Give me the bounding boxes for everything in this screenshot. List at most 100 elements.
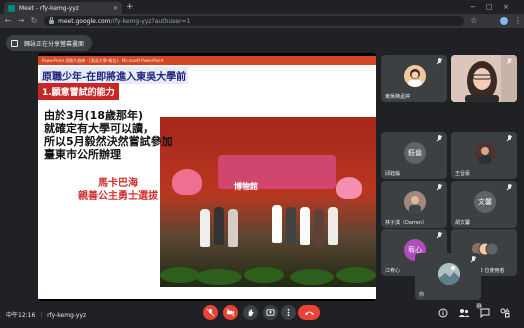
person-photo-icon — [438, 263, 460, 285]
back-button[interactable]: ← — [3, 16, 13, 26]
slide-red-line: 馬卡巴海 — [98, 178, 138, 189]
meet-favicon-icon — [8, 4, 15, 12]
url-text: meet.google.com/rfy-kemg-yyz?authuser=1 — [58, 18, 190, 25]
mic-off-icon — [506, 184, 513, 191]
profile-avatar[interactable] — [500, 17, 508, 25]
browser-tab-bar: Meet - rfy-kemg-yyz × + − □ × — [0, 0, 524, 14]
powerpoint-title-text: PowerPoint 投影片放映 - [東吳大學-報告] - Microsoft… — [42, 57, 164, 63]
browser-toolbar: ← → ↻ meet.google.com/rfy-kemg-yyz?authu… — [0, 14, 524, 28]
slide-line: 就確定有大學可以讀， — [44, 122, 154, 135]
participant-tile[interactable]: 文馨 胡文馨 — [451, 181, 517, 228]
participant-name: 林子淇（Darren） — [385, 220, 428, 226]
participant-avatar: 鈺倫 — [404, 142, 426, 164]
videocam-off-icon — [226, 308, 235, 317]
tab-title: Meet - rfy-kemg-yyz — [19, 4, 79, 12]
mic-off-icon — [506, 58, 513, 65]
person-photo-icon — [404, 191, 426, 213]
url-path: /rfy-kemg-yyz?authuser=1 — [110, 17, 191, 25]
meet-window: Meet - rfy-kemg-yyz × + − □ × ← → ↻ meet… — [0, 0, 524, 328]
more-vert-icon — [287, 308, 290, 317]
slide-red-line: 親善公主勇士選拔 — [78, 191, 158, 202]
slide-body-text: 由於3月(18歲那年) 就確定有大學可以讀， 所以5月毅然決然嘗試參加 臺東市公… — [44, 109, 173, 161]
forward-button[interactable]: → — [16, 16, 26, 26]
call-end-icon — [304, 311, 314, 315]
photo-heart-decoration — [336, 177, 362, 199]
slide-subtitle: 1.願意嘗試的能力 — [38, 83, 119, 100]
participant-avatar — [404, 191, 426, 213]
mic-off-icon — [436, 58, 443, 65]
presenting-banner-text: 歸詠正在分享螢幕畫面 — [24, 40, 85, 48]
photo-plant — [290, 269, 334, 285]
slide-event-photo — [160, 117, 376, 287]
powerpoint-title-bar: PowerPoint 投影片放映 - [東吳大學-報告] - Microsoft… — [38, 56, 376, 65]
presenting-banner: 歸詠正在分享螢幕畫面 — [6, 35, 93, 51]
photo-plant — [336, 267, 376, 283]
new-tab-button[interactable]: + — [126, 2, 134, 12]
participant-tile[interactable]: 王晉豪 — [451, 132, 517, 179]
photo-person — [328, 207, 338, 245]
participant-avatar: 文馨 — [474, 191, 496, 213]
participant-name: 邱鈺倫 — [385, 171, 401, 177]
participant-tile[interactable]: 林子淇（Darren） — [381, 181, 447, 228]
self-view-tile[interactable]: 你 — [415, 253, 481, 300]
participant-tile[interactable]: 東吳陳孟婷 — [381, 55, 447, 102]
slide-line: 由於3月(18歲那年) — [44, 109, 144, 122]
browser-tab[interactable]: Meet - rfy-kemg-yyz × — [4, 2, 122, 14]
camera-toggle-button[interactable] — [223, 305, 238, 320]
people-icon[interactable] — [458, 308, 470, 318]
leave-call-button[interactable] — [298, 305, 320, 320]
photo-plant — [160, 267, 200, 283]
photo-person — [272, 205, 282, 243]
mic-off-icon — [206, 308, 215, 317]
meeting-code: rfy-kemg-yyz — [47, 312, 87, 319]
participant-name: 江宥心 — [385, 268, 401, 274]
participant-avatar — [474, 142, 496, 164]
mic-off-icon — [436, 232, 443, 239]
reload-button[interactable]: ↻ — [29, 16, 39, 26]
lock-icon — [49, 17, 54, 24]
more-options-button[interactable] — [281, 305, 296, 320]
current-time: 中午12:16 — [6, 312, 36, 319]
mic-toggle-button[interactable] — [203, 305, 218, 320]
present-screen-icon — [11, 39, 18, 47]
present-button[interactable] — [263, 305, 278, 320]
info-icon[interactable] — [438, 308, 448, 318]
participant-tile[interactable] — [451, 55, 517, 102]
window-maximize-button[interactable]: □ — [486, 2, 493, 12]
photo-person — [200, 209, 210, 247]
photo-person — [286, 207, 296, 245]
self-avatar — [438, 263, 460, 285]
browser-menu-icon[interactable]: ⋮ — [514, 16, 522, 26]
raise-hand-button[interactable] — [243, 305, 258, 320]
photo-person — [228, 209, 238, 247]
slide-red-caption: 馬卡巴海 親善公主勇士選拔 — [78, 177, 158, 203]
mic-off-icon — [436, 184, 443, 191]
participant-tile[interactable]: 鈺倫 邱鈺倫 — [381, 132, 447, 179]
slide-line: 所以5月毅然決然嘗試參加 — [44, 135, 173, 148]
chat-icon[interactable] — [480, 308, 490, 318]
photo-banner-text: 博物館 — [234, 182, 258, 191]
window-minimize-button[interactable]: − — [470, 2, 476, 12]
activities-shapes-icon[interactable] — [500, 308, 510, 318]
participant-name: 王晉豪 — [455, 171, 471, 177]
shared-screen[interactable]: PowerPoint 投影片放映 - [東吳大學-報告] - Microsoft… — [38, 53, 376, 301]
window-close-button[interactable]: × — [503, 2, 509, 12]
photo-heart-decoration — [172, 169, 202, 195]
mic-off-icon — [506, 135, 513, 142]
person-photo-icon — [474, 142, 496, 164]
photo-plant — [244, 267, 284, 283]
meet-stage: 歸詠正在分享螢幕畫面 PowerPoint 投影片放映 - [東吳大學-報告] … — [0, 28, 524, 328]
photo-person — [314, 209, 324, 247]
mic-off-icon — [470, 256, 477, 263]
participant-name: 你 — [419, 292, 425, 298]
participant-name: 胡文馨 — [455, 220, 471, 226]
meeting-details: 中午12:16 | rfy-kemg-yyz — [6, 310, 89, 319]
person-photo-icon — [408, 69, 422, 87]
tab-close-icon[interactable]: × — [113, 5, 118, 12]
participant-avatar — [404, 65, 426, 87]
bookmark-star-icon[interactable]: ☆ — [470, 16, 477, 26]
photo-person — [214, 207, 224, 245]
mic-off-icon — [436, 135, 443, 142]
address-bar[interactable]: meet.google.com/rfy-kemg-yyz?authuser=1 — [44, 16, 464, 26]
hand-icon — [248, 309, 254, 317]
